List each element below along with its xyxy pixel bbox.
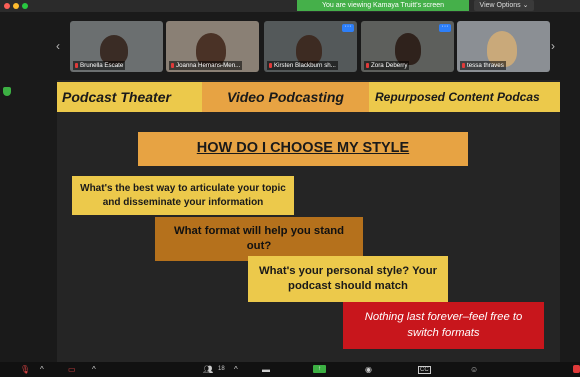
- video-off-icon[interactable]: ▭: [68, 365, 76, 374]
- chevron-left-icon[interactable]: ‹: [56, 39, 60, 53]
- question-personal-style: What's your personal style? Your podcast…: [248, 256, 448, 302]
- participant-name: Kirsten Blackburn sh...: [274, 62, 336, 69]
- header-podcast-theater: Podcast Theater: [57, 82, 202, 112]
- participant-tile[interactable]: ··· Kirsten Blackburn sh...: [264, 21, 357, 72]
- chevron-up-icon[interactable]: ^: [40, 365, 44, 374]
- note-switch-formats: Nothing last forever–feel free to switch…: [343, 302, 544, 349]
- question-articulate-topic: What's the best way to articulate your t…: [72, 176, 294, 215]
- leave-button[interactable]: [573, 365, 580, 373]
- slide-header-bar: Podcast Theater Video Podcasting Repurpo…: [57, 82, 560, 112]
- reactions-icon[interactable]: ☺: [470, 365, 478, 374]
- more-options-icon[interactable]: ···: [439, 23, 451, 32]
- screen-share-banner: You are viewing Kamaya Truitt's screen: [297, 0, 469, 11]
- close-window-icon[interactable]: [4, 3, 10, 9]
- participants-count: 18: [218, 366, 225, 372]
- chat-icon[interactable]: ▬: [262, 365, 270, 374]
- microphone-muted-icon[interactable]: 🎙︎: [20, 365, 30, 374]
- participant-tile[interactable]: Joanna Hemans-Men...: [166, 21, 259, 72]
- participant-name: tessa thraves: [467, 62, 504, 69]
- maximize-window-icon[interactable]: [22, 3, 28, 9]
- view-options-button[interactable]: View Options ⌄: [474, 0, 534, 11]
- mic-muted-icon: [366, 62, 369, 68]
- header-video-podcasting: Video Podcasting: [202, 82, 369, 112]
- mic-muted-icon: [269, 62, 272, 68]
- participant-tile[interactable]: ··· Zora Deberry: [361, 21, 454, 72]
- participant-tile[interactable]: Brunella Escate: [70, 21, 163, 72]
- closed-caption-icon[interactable]: CC: [418, 366, 431, 374]
- more-options-icon[interactable]: ···: [342, 23, 354, 32]
- shared-slide: Podcast Theater Video Podcasting Repurpo…: [57, 80, 560, 362]
- participant-name: Joanna Hemans-Men...: [176, 62, 241, 69]
- security-shield-icon: [3, 87, 11, 96]
- window-titlebar: You are viewing Kamaya Truitt's screen V…: [0, 0, 580, 12]
- meeting-toolbar: 🎙︎ ^ ▭ ^ 👥︎ 18 ^ ▬ ↑ ◉ CC ☺: [0, 362, 580, 377]
- participant-name: Brunella Escate: [80, 62, 124, 69]
- mic-muted-icon: [75, 62, 78, 68]
- participants-icon[interactable]: 👥︎: [203, 365, 213, 374]
- mic-muted-icon: [171, 62, 174, 68]
- minimize-window-icon[interactable]: [13, 3, 19, 9]
- record-icon[interactable]: ◉: [365, 365, 372, 374]
- mic-muted-icon: [462, 62, 465, 68]
- chevron-right-icon[interactable]: ›: [551, 39, 555, 53]
- participant-name: Zora Deberry: [371, 62, 408, 69]
- question-format-stand-out: What format will help you stand out?: [155, 217, 363, 261]
- chevron-up-icon[interactable]: ^: [234, 365, 238, 374]
- participant-tile[interactable]: tessa thraves: [457, 21, 550, 72]
- header-repurposed-content: Repurposed Content Podcas: [369, 82, 560, 112]
- slide-title: HOW DO I CHOOSE MY STYLE: [138, 132, 468, 166]
- chevron-up-icon[interactable]: ^: [92, 365, 96, 374]
- share-screen-icon[interactable]: ↑: [313, 365, 326, 373]
